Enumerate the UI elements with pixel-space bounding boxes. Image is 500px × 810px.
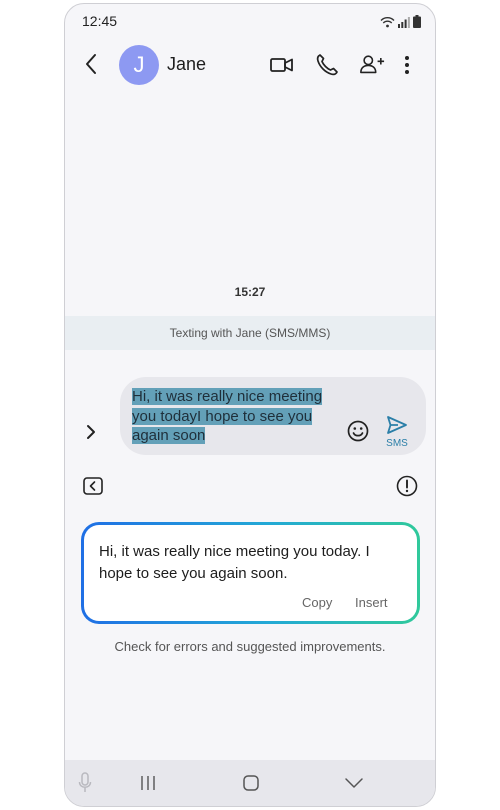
suggestion-card: Hi, it was really nice meeting you today… — [81, 522, 420, 624]
signal-icon — [398, 17, 410, 28]
microphone-icon[interactable] — [78, 772, 92, 794]
suggestion-hint: Check for errors and suggested improveme… — [114, 639, 386, 654]
collapse-toolbar-icon[interactable] — [83, 477, 103, 495]
message-timestamp: 15:27 — [234, 285, 266, 299]
message-composer[interactable]: Hi, it was really nice meeting you today… — [120, 377, 426, 455]
phone-call-icon[interactable] — [314, 52, 340, 78]
hide-keyboard-icon[interactable] — [344, 774, 364, 792]
send-button[interactable]: SMS — [382, 415, 412, 449]
chevron-right-icon[interactable] — [83, 422, 99, 442]
texting-banner: Texting with Jane (SMS/MMS) — [65, 316, 435, 350]
status-bar: 12:45 — [65, 4, 435, 38]
more-options-icon[interactable] — [402, 52, 412, 78]
composer-text[interactable]: Hi, it was really nice meeting you today… — [132, 387, 337, 446]
composer-line: Hi, it was really nice meeting — [132, 388, 323, 405]
status-icons — [380, 15, 421, 28]
navigation-bar — [65, 760, 435, 806]
add-contact-icon[interactable] — [359, 52, 385, 78]
battery-icon — [413, 15, 421, 28]
video-call-icon[interactable] — [269, 52, 295, 78]
suggestion-card-body: Hi, it was really nice meeting you today… — [84, 525, 417, 621]
wifi-icon — [380, 17, 395, 28]
composer-line: you todayI hope to see you — [132, 407, 313, 425]
send-icon — [387, 416, 407, 434]
home-icon[interactable] — [242, 774, 260, 792]
back-arrow-icon[interactable] — [81, 52, 103, 76]
phone-screen: 12:45 J Jane 15:27 Texting with Jane (SM… — [64, 3, 436, 807]
status-time: 12:45 — [82, 13, 118, 29]
writing-assist-panel: Hi, it was really nice meeting you today… — [65, 465, 435, 765]
recent-apps-icon[interactable] — [139, 774, 157, 792]
avatar[interactable]: J — [119, 45, 159, 85]
copy-button[interactable]: Copy — [302, 595, 332, 610]
info-alert-icon[interactable] — [396, 475, 418, 497]
contact-name[interactable]: Jane — [167, 54, 206, 75]
send-label: SMS — [386, 438, 408, 449]
insert-button[interactable]: Insert — [355, 595, 388, 610]
conversation-header: J Jane — [65, 38, 435, 92]
composer-line: again soon — [132, 427, 206, 444]
suggested-text: Hi, it was really nice meeting you today… — [99, 543, 370, 582]
emoji-icon[interactable] — [346, 419, 370, 443]
